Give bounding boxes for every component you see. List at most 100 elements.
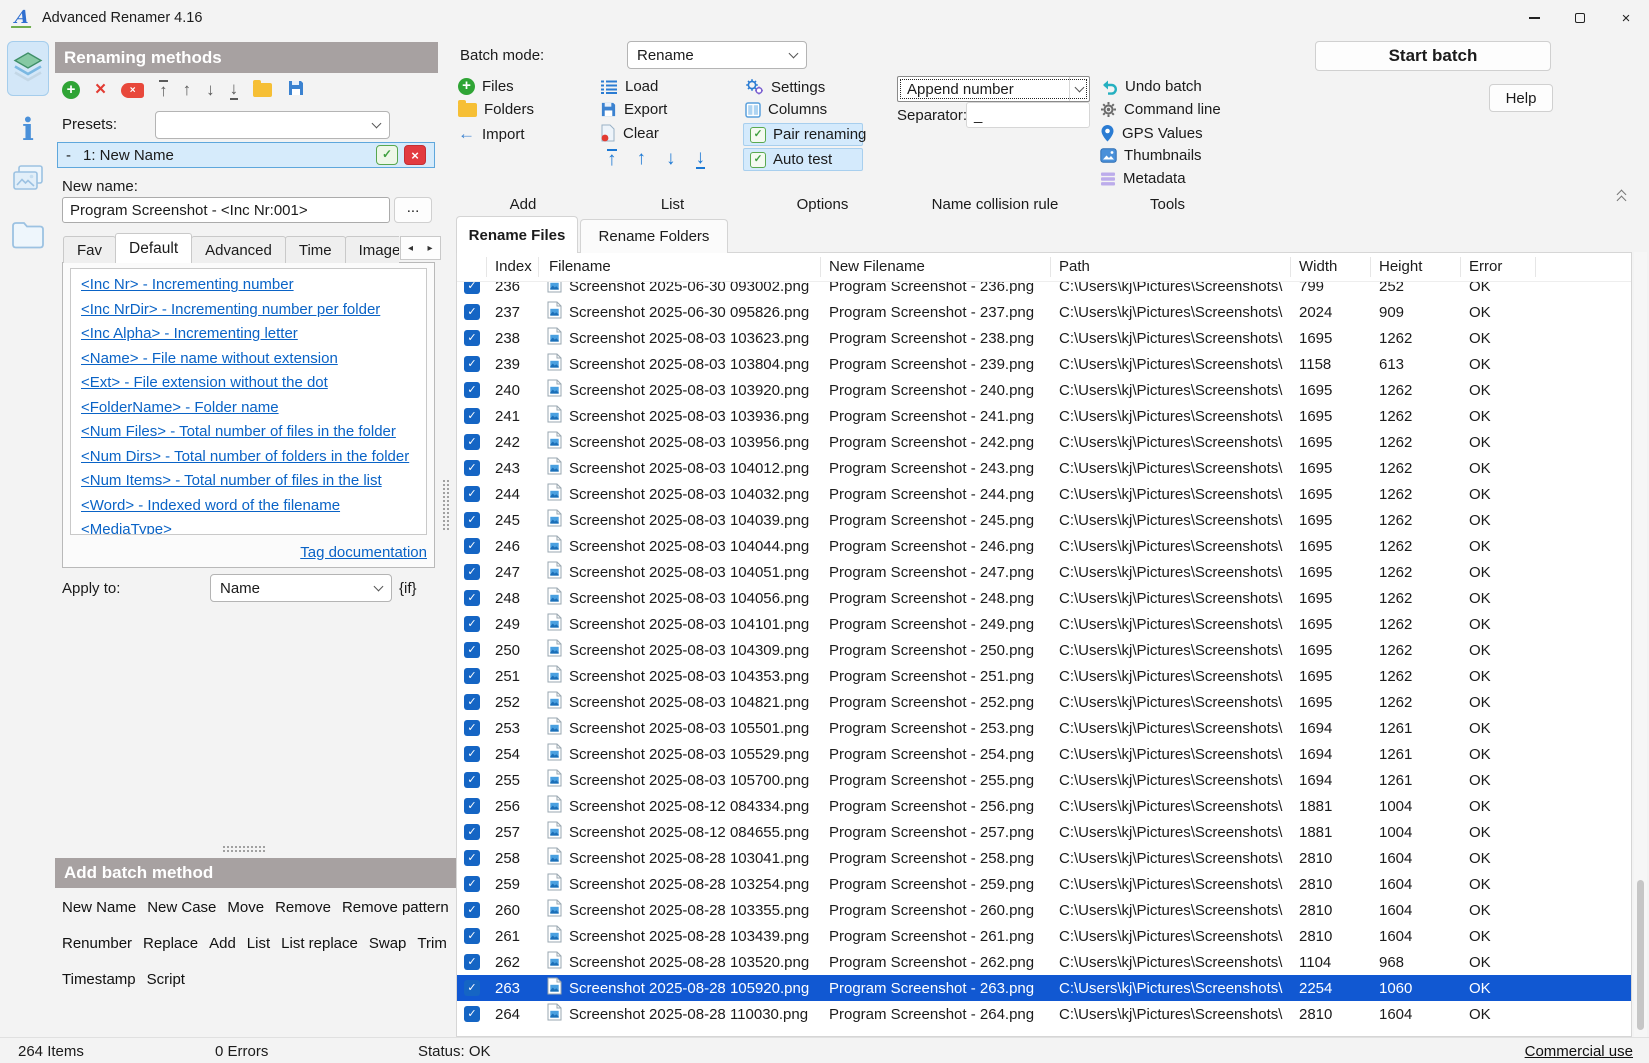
row-checkbox[interactable]: ✓	[464, 564, 480, 580]
row-checkbox[interactable]: ✓	[464, 1006, 480, 1022]
table-row[interactable]: ✓253Screenshot 2025-08-03 105501.pngProg…	[457, 715, 1631, 741]
move-file-down-icon[interactable]: ↓	[666, 150, 676, 168]
table-row[interactable]: ✓252Screenshot 2025-08-03 104821.pngProg…	[457, 689, 1631, 715]
move-file-top-icon[interactable]: ↑	[607, 149, 617, 169]
row-checkbox[interactable]: ✓	[464, 538, 480, 554]
row-checkbox[interactable]: ✓	[464, 798, 480, 814]
collision-rule-combobox[interactable]: Append number	[897, 76, 1090, 102]
tag-tab-image[interactable]: Image	[345, 236, 399, 263]
row-checkbox[interactable]: ✓	[464, 850, 480, 866]
batch-method-link[interactable]: Replace	[143, 935, 198, 952]
command-line-button[interactable]: Command line	[1100, 101, 1221, 118]
table-row[interactable]: ✓264Screenshot 2025-08-28 110030.pngProg…	[457, 1001, 1631, 1027]
table-row[interactable]: ✓237Screenshot 2025-06-30 095826.pngProg…	[457, 299, 1631, 325]
move-method-down-icon[interactable]: ↓	[206, 81, 215, 99]
clear-methods-icon[interactable]: ×	[121, 83, 144, 98]
batch-method-link[interactable]: Trim	[417, 935, 446, 952]
table-header[interactable]: Index Filename New Filename Path Width H…	[457, 253, 1631, 282]
sidebar-item-folders[interactable]	[7, 212, 49, 262]
table-row[interactable]: ✓258Screenshot 2025-08-28 103041.pngProg…	[457, 845, 1631, 871]
columns-button[interactable]: Columns	[745, 101, 827, 118]
header-height[interactable]: Height	[1371, 257, 1461, 277]
vertical-splitter-handle[interactable]	[442, 479, 451, 531]
table-row[interactable]: ✓238Screenshot 2025-08-03 103623.pngProg…	[457, 325, 1631, 351]
auto-test-toggle[interactable]: ✓ Auto test	[743, 148, 863, 171]
header-index[interactable]: Index	[487, 257, 539, 277]
save-preset-icon[interactable]	[287, 79, 305, 101]
row-checkbox[interactable]: ✓	[464, 928, 480, 944]
tab-rename-files[interactable]: Rename Files	[456, 216, 578, 253]
row-checkbox[interactable]: ✓	[464, 694, 480, 710]
row-checkbox[interactable]: ✓	[464, 282, 480, 294]
tag-link[interactable]: <Inc NrDir> - Incrementing number per fo…	[81, 301, 416, 319]
row-checkbox[interactable]: ✓	[464, 876, 480, 892]
add-method-icon[interactable]: +	[62, 81, 80, 99]
table-row[interactable]: ✓260Screenshot 2025-08-28 103355.pngProg…	[457, 897, 1631, 923]
tag-link[interactable]: <Name> - File name without extension	[81, 350, 416, 368]
row-checkbox[interactable]: ✓	[464, 382, 480, 398]
settings-button[interactable]: Settings	[745, 78, 825, 96]
header-width[interactable]: Width	[1291, 257, 1371, 277]
row-checkbox[interactable]: ✓	[464, 902, 480, 918]
sidebar-item-methods[interactable]	[7, 41, 49, 96]
table-row[interactable]: ✓254Screenshot 2025-08-03 105529.pngProg…	[457, 741, 1631, 767]
export-list-button[interactable]: Export	[600, 101, 667, 118]
remove-method-icon[interactable]: ×	[95, 81, 106, 99]
table-row[interactable]: ✓244Screenshot 2025-08-03 104032.pngProg…	[457, 481, 1631, 507]
batch-method-link[interactable]: Remove	[275, 899, 331, 916]
if-link[interactable]: {if}	[399, 580, 417, 597]
import-button[interactable]: ← Import	[458, 124, 525, 144]
row-checkbox[interactable]: ✓	[464, 668, 480, 684]
gps-values-button[interactable]: GPS Values	[1100, 124, 1203, 142]
license-link[interactable]: Commercial use	[1525, 1043, 1633, 1060]
close-button[interactable]: ×	[1603, 0, 1649, 36]
row-checkbox[interactable]: ✓	[464, 304, 480, 320]
batch-method-link[interactable]: List	[247, 935, 270, 952]
open-preset-icon[interactable]	[253, 83, 272, 97]
tag-tab-fav[interactable]: Fav	[63, 236, 116, 263]
method-enable-checkbox[interactable]: ✓	[376, 145, 398, 165]
header-error[interactable]: Error	[1461, 257, 1536, 277]
clear-list-button[interactable]: Clear	[600, 124, 659, 142]
batch-method-link[interactable]: Renumber	[62, 935, 132, 952]
separator-input[interactable]: _	[966, 102, 1090, 128]
table-row[interactable]: ✓245Screenshot 2025-08-03 104039.pngProg…	[457, 507, 1631, 533]
tag-tab-advanced[interactable]: Advanced	[191, 236, 286, 263]
table-row[interactable]: ✓250Screenshot 2025-08-03 104309.pngProg…	[457, 637, 1631, 663]
load-list-button[interactable]: Load	[600, 78, 658, 95]
batch-method-link[interactable]: Add	[209, 935, 236, 952]
table-row[interactable]: ✓246Screenshot 2025-08-03 104044.pngProg…	[457, 533, 1631, 559]
row-checkbox[interactable]: ✓	[464, 824, 480, 840]
header-checkbox-column[interactable]	[457, 257, 487, 277]
add-folders-button[interactable]: Folders	[458, 101, 534, 118]
browse-button[interactable]: ...	[394, 197, 432, 223]
tag-link[interactable]: <Num Files> - Total number of files in t…	[81, 423, 416, 441]
row-checkbox[interactable]: ✓	[464, 642, 480, 658]
batch-method-link[interactable]: Remove pattern	[342, 899, 449, 916]
tag-link[interactable]: <FolderName> - Folder name	[81, 399, 416, 417]
batch-method-link[interactable]: New Case	[147, 899, 216, 916]
sidebar-item-info[interactable]: i	[7, 110, 49, 150]
batch-method-link[interactable]: New Name	[62, 899, 136, 916]
horizontal-splitter-handle[interactable]	[222, 845, 266, 854]
move-method-bottom-icon[interactable]: ↓	[230, 80, 239, 100]
tag-link[interactable]: <Num Dirs> - Total number of folders in …	[81, 448, 416, 466]
row-checkbox[interactable]: ✓	[464, 356, 480, 372]
tab-rename-folders[interactable]: Rename Folders	[580, 219, 728, 253]
row-checkbox[interactable]: ✓	[464, 590, 480, 606]
table-row[interactable]: ✓236Screenshot 2025-06-30 093002.pngProg…	[457, 282, 1631, 299]
table-row[interactable]: ✓259Screenshot 2025-08-28 103254.pngProg…	[457, 871, 1631, 897]
table-row[interactable]: ✓241Screenshot 2025-08-03 103936.pngProg…	[457, 403, 1631, 429]
row-checkbox[interactable]: ✓	[464, 746, 480, 762]
tab-scroll-right-button[interactable]: ▸	[420, 236, 441, 260]
row-checkbox[interactable]: ✓	[464, 460, 480, 476]
tag-tab-time[interactable]: Time	[285, 236, 346, 263]
table-row[interactable]: ✓242Screenshot 2025-08-03 103956.pngProg…	[457, 429, 1631, 455]
add-files-button[interactable]: + Files	[458, 78, 514, 95]
thumbnails-button[interactable]: Thumbnails	[1100, 147, 1202, 164]
tag-tab-default[interactable]: Default	[115, 233, 192, 263]
move-file-bottom-icon[interactable]: ↓	[696, 149, 706, 169]
tag-link[interactable]: <Inc Alpha> - Incrementing letter	[81, 325, 416, 343]
batch-method-link[interactable]: Move	[227, 899, 264, 916]
batch-method-link[interactable]: List replace	[281, 935, 358, 952]
